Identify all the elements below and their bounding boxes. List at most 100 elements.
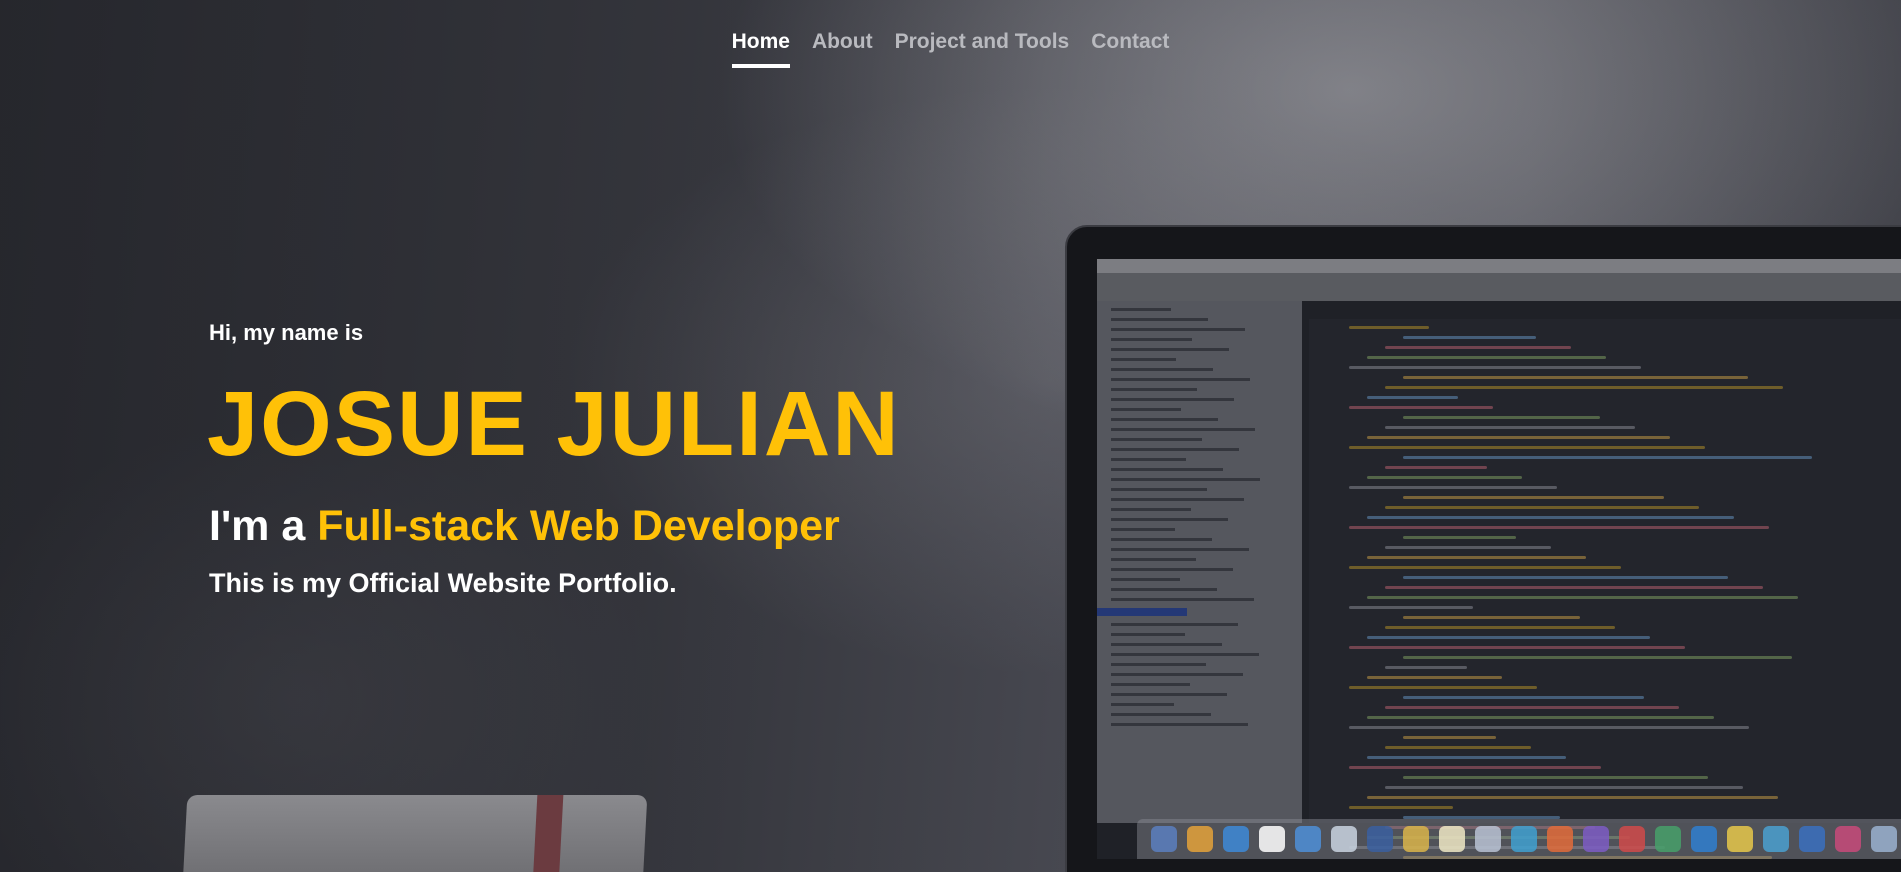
code-line (1385, 706, 1679, 709)
code-line (1385, 626, 1615, 629)
hero-role: I'm a Full-stack Web Developer (209, 502, 840, 551)
dock-app-icon (1583, 826, 1609, 852)
code-line (1403, 696, 1644, 699)
code-line (1367, 476, 1522, 479)
file-tree-row (1111, 498, 1244, 501)
file-tree-row (1111, 348, 1229, 351)
dock-app-icon (1655, 826, 1681, 852)
screen-menubar (1097, 259, 1901, 273)
code-line (1367, 796, 1778, 799)
code-line (1385, 346, 1571, 349)
code-line (1385, 546, 1551, 549)
file-tree-row (1111, 358, 1176, 361)
main-nav: Home About Project and Tools Contact (0, 30, 1901, 68)
file-tree-row (1111, 558, 1196, 561)
dock-app-icon (1259, 826, 1285, 852)
laptop-screen (1097, 259, 1901, 859)
code-line (1349, 406, 1493, 409)
file-tree-row (1111, 713, 1211, 716)
dock-app-icon (1187, 826, 1213, 852)
file-tree-row (1111, 328, 1245, 331)
file-tree-row (1111, 418, 1218, 421)
dock-app-icon (1799, 826, 1825, 852)
dock-app-icon (1727, 826, 1753, 852)
file-tree-row (1111, 408, 1181, 411)
code-line (1349, 326, 1429, 329)
file-tree-row (1111, 338, 1192, 341)
file-tree-row (1111, 693, 1227, 696)
file-tree-row (1111, 538, 1212, 541)
code-line (1349, 526, 1769, 529)
code-line (1367, 716, 1714, 719)
book-band (532, 795, 564, 872)
hero-tagline: This is my Official Website Portfolio. (209, 568, 677, 598)
dock-app-icon (1223, 826, 1249, 852)
nav-link-about[interactable]: About (812, 30, 873, 68)
screen-dock (1137, 819, 1901, 859)
file-tree-row (1111, 378, 1250, 381)
code-line (1367, 636, 1650, 639)
nav-link-contact[interactable]: Contact (1091, 30, 1169, 68)
screen-file-tree (1097, 301, 1302, 823)
nav-link-projects[interactable]: Project and Tools (895, 30, 1070, 68)
screen-toolbar (1097, 273, 1901, 301)
dock-app-icon (1403, 826, 1429, 852)
file-tree-row (1111, 508, 1191, 511)
nav-link-home[interactable]: Home (731, 30, 790, 68)
hero-section: Home About Project and Tools Contact Hi,… (0, 0, 1901, 872)
file-tree-row (1111, 398, 1234, 401)
code-line (1385, 386, 1783, 389)
code-line (1349, 686, 1537, 689)
code-line (1403, 776, 1708, 779)
code-line (1349, 446, 1705, 449)
file-tree-row (1111, 368, 1213, 371)
code-line (1349, 726, 1749, 729)
file-tree-row (1111, 598, 1254, 601)
code-line (1349, 606, 1473, 609)
code-line (1367, 756, 1566, 759)
dock-app-icon (1331, 826, 1357, 852)
dock-app-icon (1835, 826, 1861, 852)
file-tree-row (1111, 548, 1249, 551)
code-line (1403, 496, 1664, 499)
code-line (1349, 566, 1621, 569)
code-line (1385, 786, 1743, 789)
file-tree-row (1111, 428, 1255, 431)
file-tree-row (1111, 633, 1185, 636)
code-line (1349, 766, 1601, 769)
code-line (1403, 336, 1536, 339)
code-line (1385, 506, 1699, 509)
laptop-image (1065, 225, 1901, 872)
code-line (1385, 746, 1531, 749)
code-line (1403, 536, 1516, 539)
file-tree-row (1111, 518, 1228, 521)
code-line (1349, 806, 1453, 809)
code-line (1367, 516, 1734, 519)
code-line (1367, 596, 1798, 599)
hero-name: JOSUE JULIAN (207, 373, 901, 475)
dock-app-icon (1511, 826, 1537, 852)
code-line (1367, 676, 1502, 679)
hero-intro: Hi, my name is (209, 320, 364, 345)
code-line (1403, 736, 1496, 739)
dock-app-icon (1439, 826, 1465, 852)
file-tree-row (1111, 578, 1180, 581)
file-tree-row (1111, 723, 1248, 726)
code-line (1403, 616, 1580, 619)
file-tree-row (1111, 468, 1223, 471)
file-tree-row (1111, 588, 1217, 591)
hero-role-prefix: I'm a (209, 502, 306, 550)
code-line (1349, 366, 1641, 369)
file-tree-row (1111, 318, 1208, 321)
dock-app-icon (1547, 826, 1573, 852)
dock-app-icon (1871, 826, 1897, 852)
dock-app-icon (1691, 826, 1717, 852)
dock-app-icon (1619, 826, 1645, 852)
code-line (1403, 456, 1812, 459)
dock-app-icon (1367, 826, 1393, 852)
file-tree-row (1111, 683, 1190, 686)
dock-app-icon (1763, 826, 1789, 852)
code-line (1349, 486, 1557, 489)
file-tree-row (1111, 623, 1238, 626)
file-tree-row (1111, 673, 1243, 676)
